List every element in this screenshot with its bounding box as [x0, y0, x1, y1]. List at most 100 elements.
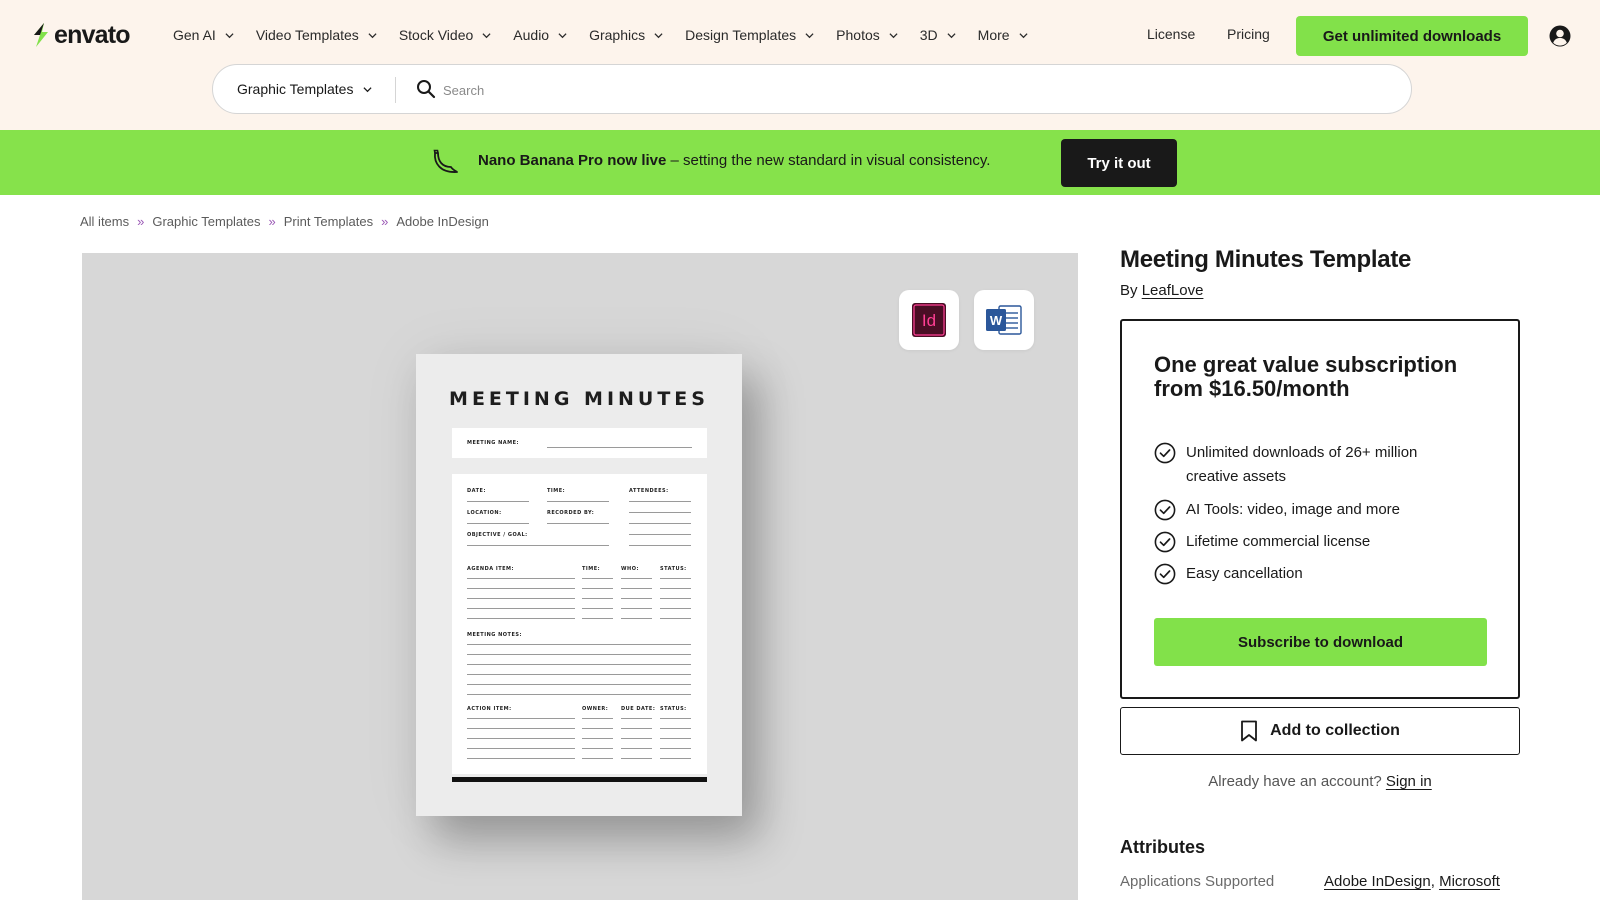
attribute-value-link[interactable]: Adobe InDesign: [1324, 873, 1431, 890]
breadcrumb-link[interactable]: All items: [80, 214, 129, 229]
add-to-collection-button[interactable]: Add to collection: [1120, 707, 1520, 755]
nav-item-label: More: [977, 27, 1010, 43]
nav-item-more[interactable]: More: [978, 27, 1028, 43]
license-link[interactable]: License: [1147, 26, 1195, 42]
search-input[interactable]: [443, 78, 1383, 102]
nav-item-design-templates[interactable]: Design Templates: [685, 27, 814, 43]
add-to-collection-label: Add to collection: [1270, 722, 1400, 739]
doc-label: LOCATION:: [467, 510, 502, 516]
document-title: MEETING MINUTES: [449, 388, 709, 410]
doc-line: [660, 758, 691, 759]
subscription-box: One great value subscription from $16.50…: [1120, 319, 1520, 699]
doc-line: [582, 578, 613, 579]
author-link[interactable]: LeafLove: [1142, 282, 1204, 299]
word-badge: W: [974, 290, 1034, 350]
by-label: By: [1120, 282, 1138, 299]
chevron-down-icon: [889, 32, 898, 38]
nav-item-photos[interactable]: Photos: [836, 27, 898, 43]
search-bar: Graphic Templates: [212, 64, 1412, 114]
attribute-values: Adobe InDesign, Microsoft: [1324, 873, 1500, 890]
doc-line: [621, 608, 652, 609]
doc-line: [621, 738, 652, 739]
doc-line: [467, 694, 691, 695]
subscription-heading: One great value subscription from $16.50…: [1154, 352, 1458, 401]
doc-label: OWNER:: [582, 706, 609, 712]
feature-text: Easy cancellation: [1186, 565, 1303, 582]
breadcrumb-link[interactable]: Graphic Templates: [152, 214, 260, 229]
doc-line: [467, 578, 575, 579]
feature-text: Lifetime commercial license: [1186, 533, 1371, 550]
doc-label: DATE:: [467, 488, 486, 494]
check-circle-icon: [1154, 499, 1176, 521]
search-icon[interactable]: [416, 79, 436, 99]
promo-banner: Nano Banana Pro now live – setting the n…: [0, 130, 1600, 195]
doc-label: ATTENDEES:: [629, 488, 669, 494]
feature-item: AI Tools: video, image and more: [1154, 498, 1456, 522]
search-category-dropdown[interactable]: Graphic Templates: [237, 81, 373, 97]
banner-description: – setting the new standard in visual con…: [666, 152, 991, 169]
doc-line: [621, 718, 652, 719]
doc-label: OBJECTIVE / GOAL:: [467, 532, 528, 538]
nav-item-stock-video[interactable]: Stock Video: [399, 27, 491, 43]
doc-line: [467, 654, 691, 655]
doc-line: [467, 748, 575, 749]
template-document: MEETING MINUTES MEETING NAME: DATE: TIME…: [416, 354, 742, 816]
chevron-down-icon: [558, 32, 567, 38]
nav-item-graphics[interactable]: Graphics: [589, 27, 663, 43]
doc-line: [582, 618, 613, 619]
doc-label: STATUS:: [660, 706, 687, 712]
doc-line: [629, 512, 691, 513]
sign-in-link[interactable]: Sign in: [1386, 773, 1432, 790]
chevron-down-icon: [654, 32, 663, 38]
doc-line: [467, 728, 575, 729]
user-circle-icon[interactable]: [1549, 25, 1571, 47]
try-it-out-button[interactable]: Try it out: [1061, 139, 1177, 187]
breadcrumb-link[interactable]: Adobe InDesign: [396, 214, 489, 229]
attribute-value-link[interactable]: Microsoft: [1439, 873, 1500, 890]
meeting-details-panel: DATE: TIME: ATTENDEES: LOCATION: RECORDE…: [452, 474, 707, 774]
doc-line: [467, 523, 529, 524]
site-header: envato Gen AI Video Templates Stock Video A…: [0, 0, 1600, 130]
envato-logo[interactable]: envato: [30, 20, 131, 50]
subscribe-to-download-button[interactable]: Subscribe to download: [1154, 618, 1487, 666]
doc-line: [629, 523, 691, 524]
nav-item-audio[interactable]: Audio: [513, 27, 567, 43]
doc-line: [660, 738, 691, 739]
get-unlimited-downloads-button[interactable]: Get unlimited downloads: [1296, 16, 1528, 56]
doc-line: [582, 608, 613, 609]
nav-item-label: Audio: [513, 27, 550, 43]
feature-item: Easy cancellation: [1154, 562, 1456, 586]
doc-line: [582, 758, 613, 759]
breadcrumb-separator: »: [268, 214, 276, 229]
nav-item-gen-ai[interactable]: Gen AI: [173, 27, 234, 43]
nav-item-video-templates[interactable]: Video Templates: [256, 27, 377, 43]
main-nav: Gen AI Video Templates Stock Video Audio Gra…: [173, 25, 1050, 45]
product-preview[interactable]: Id W MEETING MINUTES MEETING NAME: DATE:…: [82, 253, 1078, 900]
doc-line: [582, 598, 613, 599]
doc-line: [467, 758, 575, 759]
chevron-down-icon: [805, 32, 814, 38]
breadcrumb-separator: »: [137, 214, 145, 229]
doc-label: MEETING NOTES:: [467, 632, 522, 638]
pricing-link[interactable]: Pricing: [1227, 26, 1270, 42]
nav-item-3d[interactable]: 3D: [920, 27, 956, 43]
chevron-down-icon: [482, 32, 491, 38]
chevron-down-icon: [1019, 32, 1028, 38]
chevron-down-icon: [225, 32, 234, 38]
doc-line: [629, 545, 691, 546]
feature-text: Unlimited downloads of 26+ million creat…: [1186, 444, 1418, 485]
feature-item: Unlimited downloads of 26+ million creat…: [1154, 441, 1456, 489]
indesign-badge-text: Id: [922, 311, 936, 330]
bookmark-icon: [1241, 720, 1258, 742]
doc-line: [467, 644, 691, 645]
breadcrumb: All items » Graphic Templates » Print Templa…: [80, 214, 489, 229]
doc-label: STATUS:: [660, 566, 687, 572]
doc-label: RECORDED BY:: [547, 510, 595, 516]
feature-item: Lifetime commercial license: [1154, 530, 1456, 554]
doc-line: [660, 608, 691, 609]
doc-line: [582, 748, 613, 749]
doc-label: DUE DATE:: [621, 706, 656, 712]
doc-label: TIME:: [582, 566, 601, 572]
doc-line: [660, 598, 691, 599]
breadcrumb-link[interactable]: Print Templates: [284, 214, 373, 229]
